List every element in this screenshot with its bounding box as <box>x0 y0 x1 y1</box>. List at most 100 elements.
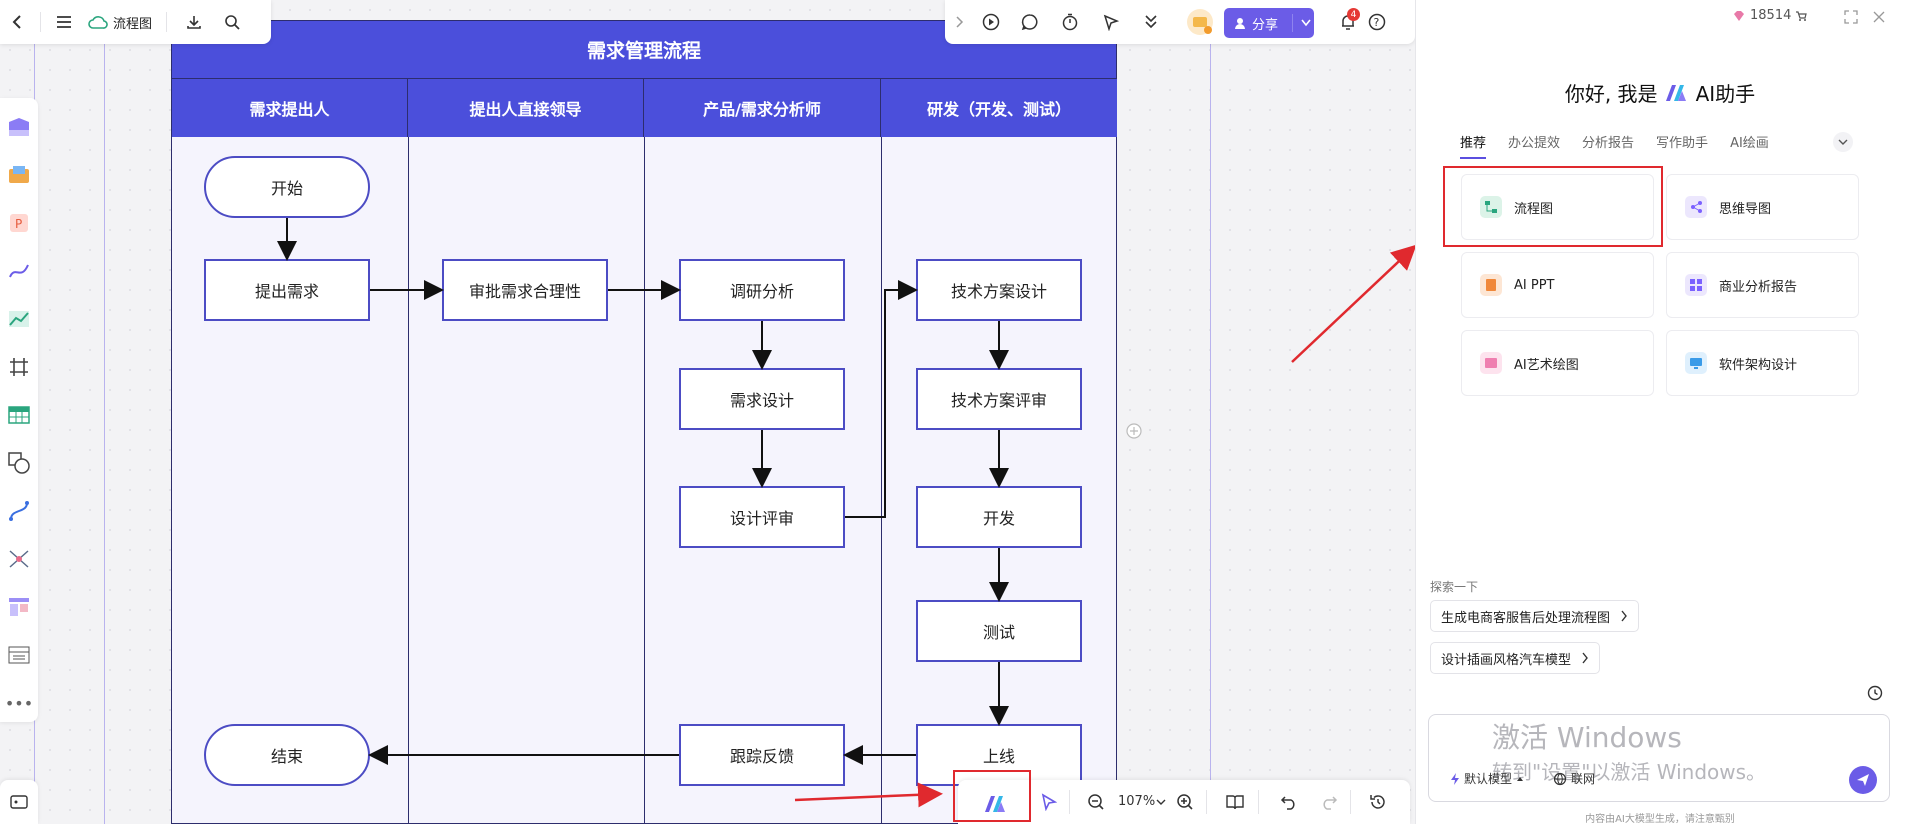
user-add-icon <box>1235 18 1245 29</box>
chevron-right-icon <box>1582 652 1588 664</box>
expand-icon[interactable] <box>1838 4 1864 30</box>
card-ai-ppt[interactable]: AI PPT <box>1461 252 1654 318</box>
tab-writing[interactable]: 写作助手 <box>1656 132 1708 159</box>
greeting-suffix: AI助手 <box>1695 82 1756 106</box>
zoom-in-icon[interactable] <box>1172 789 1198 815</box>
book-view-icon[interactable] <box>1222 789 1248 815</box>
highlight-ai-button <box>953 770 1031 822</box>
undo-icon[interactable] <box>1276 789 1302 815</box>
kanban-icon[interactable] <box>6 594 32 620</box>
tab-office[interactable]: 办公提效 <box>1508 132 1560 159</box>
chevron-right-icon <box>1621 610 1627 622</box>
card-software-architecture[interactable]: 软件架构设计 <box>1666 330 1859 396</box>
pen-icon[interactable] <box>6 258 32 284</box>
list-icon[interactable] <box>6 642 32 668</box>
node-approve[interactable]: 审批需求合理性 <box>442 259 608 321</box>
node-research[interactable]: 调研分析 <box>679 259 845 321</box>
shape-icon[interactable] <box>6 450 32 476</box>
back-icon[interactable] <box>4 9 30 35</box>
select-cursor-icon[interactable] <box>1036 789 1062 815</box>
chevron-down-icon[interactable] <box>1301 19 1311 27</box>
node-submit[interactable]: 提出需求 <box>204 259 370 321</box>
ai-disclaimer: 内容由AI大模型生成，请注意甄别 <box>1585 814 1735 824</box>
image-icon <box>1480 352 1502 374</box>
history-clock-icon[interactable] <box>1862 680 1888 706</box>
zoom-dropdown-icon[interactable] <box>1156 799 1166 806</box>
model-selector[interactable]: 默认模型 <box>1450 770 1524 787</box>
chevron-down-icon <box>1838 139 1848 145</box>
mindmap-icon[interactable] <box>6 546 32 572</box>
document-title[interactable]: 流程图 <box>113 13 152 32</box>
connector-tool-icon[interactable] <box>6 498 32 524</box>
node-feedback[interactable]: 跟踪反馈 <box>679 724 845 786</box>
tab-ai-drawing[interactable]: AI绘画 <box>1730 132 1769 159</box>
timer-icon[interactable] <box>1057 9 1083 35</box>
node-end[interactable]: 结束 <box>204 724 370 786</box>
mindmap-icon <box>1685 196 1707 218</box>
history-icon[interactable] <box>1365 789 1391 815</box>
suggestion-chip[interactable]: 设计插画风格汽车模型 <box>1430 642 1601 674</box>
divider <box>40 12 41 32</box>
tab-recommend[interactable]: 推荐 <box>1460 132 1487 159</box>
windows-activation-watermark-sub: 转到"设置"以激活 Windows。 <box>1492 760 1767 784</box>
lane-header-requester[interactable]: 需求提出人 <box>172 79 408 137</box>
help-icon[interactable]: ? <box>1364 9 1390 35</box>
monitor-icon <box>1685 352 1707 374</box>
network-toggle[interactable]: 联网 <box>1553 770 1595 787</box>
chart-icon[interactable] <box>6 306 32 332</box>
more-chevrons-icon[interactable] <box>1138 9 1164 35</box>
card-ai-art[interactable]: AI艺术绘图 <box>1461 330 1654 396</box>
credits[interactable]: 18514 <box>1732 8 1808 23</box>
node-start[interactable]: 开始 <box>204 156 370 218</box>
svg-text:P: P <box>15 217 22 231</box>
suggestion-chip[interactable]: 生成电商客服售后处理流程图 <box>1430 600 1640 632</box>
node-tech-design[interactable]: 技术方案设计 <box>916 259 1082 321</box>
more-icon[interactable]: ••• <box>5 690 33 716</box>
lane-header-rnd[interactable]: 研发（开发、测试） <box>881 79 1117 137</box>
greeting: 你好, 我是 AI助手 <box>1415 78 1905 107</box>
lane-header-leader[interactable]: 提出人直接领导 <box>408 79 644 137</box>
caret-up-icon <box>1517 776 1524 781</box>
greeting-prefix: 你好, 我是 <box>1564 82 1658 106</box>
windows-activation-watermark: 激活 Windows <box>1492 721 1682 754</box>
card-mindmap[interactable]: 思维导图 <box>1666 174 1859 240</box>
close-icon[interactable] <box>1866 4 1892 30</box>
material-icon[interactable] <box>6 162 32 188</box>
ai-logo-icon <box>1665 84 1686 101</box>
send-button[interactable] <box>1849 766 1877 794</box>
minimap-icon[interactable] <box>6 789 32 815</box>
menu-icon[interactable] <box>51 9 77 35</box>
member-badge-icon[interactable] <box>1185 7 1215 37</box>
collapse-chevron-icon[interactable] <box>947 9 973 35</box>
top-left-toolbar: 流程图 <box>0 0 271 44</box>
node-test[interactable]: 测试 <box>916 600 1082 662</box>
play-icon[interactable] <box>978 9 1004 35</box>
node-design[interactable]: 需求设计 <box>679 368 845 430</box>
redo-icon[interactable] <box>1316 789 1342 815</box>
card-label: 软件架构设计 <box>1719 357 1798 373</box>
download-icon[interactable] <box>181 9 207 35</box>
frame-tool-icon[interactable] <box>6 354 32 380</box>
tabs-more-button[interactable] <box>1833 132 1853 152</box>
share-button[interactable]: 分享 <box>1224 8 1314 38</box>
zoom-out-icon[interactable] <box>1083 789 1109 815</box>
suggestion-text: 设计插画风格汽车模型 <box>1441 652 1572 668</box>
node-develop[interactable]: 开发 <box>916 486 1082 548</box>
cloud-sync-icon <box>85 9 111 35</box>
ppt-icon[interactable]: P <box>6 210 32 236</box>
cart-icon[interactable] <box>1795 10 1808 22</box>
cursor-follow-icon[interactable] <box>1098 9 1124 35</box>
ai-assistant-panel <box>1415 0 1905 824</box>
canvas[interactable]: 需求管理流程 需求提出人 提出人直接领导 产品/需求分析师 研发（开发、测试） … <box>0 0 1415 824</box>
tab-report[interactable]: 分析报告 <box>1582 132 1634 159</box>
template-icon[interactable] <box>6 114 32 140</box>
table-icon[interactable] <box>6 402 32 428</box>
search-icon[interactable] <box>219 9 245 35</box>
node-tech-review[interactable]: 技术方案评审 <box>916 368 1082 430</box>
lane-header-analyst[interactable]: 产品/需求分析师 <box>644 79 881 137</box>
card-label: 思维导图 <box>1719 201 1772 217</box>
card-business-report[interactable]: 商业分析报告 <box>1666 252 1859 318</box>
zoom-level[interactable]: 107% <box>1118 794 1155 809</box>
node-review[interactable]: 设计评审 <box>679 486 845 548</box>
comment-icon[interactable] <box>1017 9 1043 35</box>
